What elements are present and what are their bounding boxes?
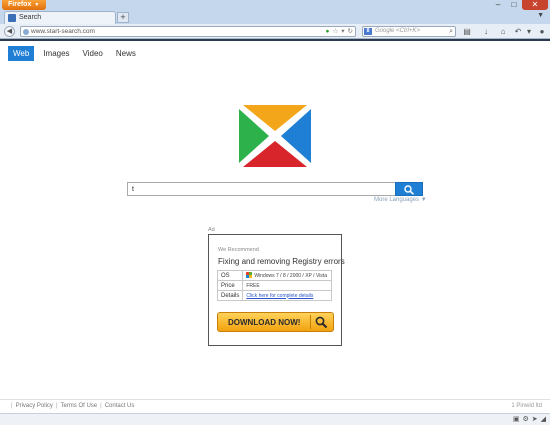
undo-icon[interactable]: ↶ bbox=[513, 26, 523, 37]
navigation-toolbar: ◀ www.start-search.com ● ☆ ▾ ↻ 8 Google … bbox=[0, 24, 550, 39]
minimize-icon[interactable]: – bbox=[490, 0, 506, 10]
page-top-border bbox=[0, 39, 550, 41]
status-icons: ▣ ⚙ ➤ ◢ bbox=[513, 415, 546, 423]
url-bar-icons: ● ☆ ▾ ↻ bbox=[326, 27, 353, 36]
x-logo-icon bbox=[239, 105, 311, 167]
search-vertical-tabs: Web Images Video News bbox=[8, 46, 145, 61]
send-icon[interactable]: ➤ bbox=[532, 415, 538, 423]
reload-icon[interactable]: ↻ bbox=[348, 27, 353, 36]
firefox-menu-button[interactable]: Firefox ▼ bbox=[2, 0, 46, 10]
addon-icon[interactable]: ● bbox=[326, 27, 330, 36]
search-bar-placeholder: Google <Ctrl+K> bbox=[375, 28, 420, 34]
windows-logo-icon bbox=[246, 272, 253, 278]
tab-news[interactable]: News bbox=[112, 47, 140, 60]
magnifier-icon bbox=[404, 185, 415, 195]
os-value: Windows 7 / 8 / 2000 / XP / Vista bbox=[254, 273, 327, 279]
ad-title[interactable]: Fixing and removing Registry errors bbox=[218, 257, 345, 266]
tab-strip: Search + ▼ bbox=[0, 10, 550, 24]
new-tab-button[interactable]: + bbox=[117, 12, 129, 23]
url-bar[interactable]: www.start-search.com ● ☆ ▾ ↻ bbox=[20, 26, 356, 37]
tab-images[interactable]: Images bbox=[39, 47, 73, 60]
search-bar[interactable]: 8 Google <Ctrl+K> ⌕ bbox=[362, 26, 456, 37]
chat-icon[interactable]: ● bbox=[537, 26, 547, 37]
button-divider bbox=[310, 315, 311, 329]
footer-separator: | bbox=[55, 403, 58, 409]
search-form bbox=[127, 182, 423, 196]
footer-separator: | bbox=[11, 403, 13, 409]
footer-separator: | bbox=[100, 403, 102, 409]
ad-row-key: Details bbox=[216, 290, 244, 301]
details-link[interactable]: Click here for complete details bbox=[246, 293, 313, 299]
terms-of-use-link[interactable]: Terms Of Use bbox=[60, 403, 97, 409]
footer-links: | Privacy Policy | Terms Of Use | Contac… bbox=[8, 403, 134, 409]
search-button[interactable] bbox=[395, 182, 423, 196]
url-text: www.start-search.com bbox=[31, 28, 95, 35]
chevron-down-icon: ▼ bbox=[34, 2, 40, 8]
privacy-policy-link[interactable]: Privacy Policy bbox=[16, 403, 53, 409]
footer-copyright: 1 Pinwid ltd bbox=[511, 403, 542, 409]
favicon-icon bbox=[8, 14, 16, 22]
browser-tab[interactable]: Search bbox=[4, 11, 116, 24]
table-row: Price FREE bbox=[216, 280, 332, 291]
window-titlebar: Firefox ▼ – □ ✕ bbox=[0, 0, 550, 10]
ad-row-key: Price bbox=[216, 280, 244, 291]
close-icon[interactable]: ✕ bbox=[522, 0, 548, 10]
firefox-menu-label: Firefox bbox=[8, 1, 32, 8]
globe-icon bbox=[23, 29, 29, 35]
history-dropdown-icon[interactable]: ▾ bbox=[341, 27, 344, 36]
status-bar: ▣ ⚙ ➤ ◢ bbox=[0, 413, 550, 425]
bookmark-star-icon[interactable]: ☆ bbox=[332, 27, 338, 36]
ad-box: We Recommend Fixing and removing Registr… bbox=[208, 234, 345, 346]
window-controls: – □ ✕ bbox=[490, 0, 548, 10]
magnifier-icon bbox=[315, 316, 328, 329]
magnifier-icon[interactable]: ⌕ bbox=[449, 27, 453, 36]
contact-us-link[interactable]: Contact Us bbox=[105, 403, 135, 409]
ad-row-value: Click here for complete details bbox=[242, 290, 332, 301]
list-all-tabs-icon[interactable]: ▼ bbox=[537, 12, 544, 19]
more-languages-link[interactable]: More Languages ▼ bbox=[374, 197, 427, 203]
footer-divider bbox=[0, 399, 550, 400]
maximize-icon[interactable]: □ bbox=[506, 0, 522, 10]
ad-recommend-text: We Recommend bbox=[218, 247, 259, 253]
table-row: OS Windows 7 / 8 / 2000 / XP / Vista bbox=[216, 270, 332, 281]
price-value: FREE bbox=[242, 280, 332, 291]
home-icon[interactable]: ⌂ bbox=[498, 26, 508, 37]
tab-video[interactable]: Video bbox=[79, 47, 107, 60]
dropdown-icon[interactable]: ▾ bbox=[524, 26, 534, 37]
resize-grip-icon[interactable]: ◢ bbox=[541, 415, 546, 423]
download-button-label: DOWNLOAD NOW! bbox=[228, 318, 301, 327]
ad-details-table: OS Windows 7 / 8 / 2000 / XP / Vista Pri… bbox=[216, 270, 332, 301]
ad-row-key: OS bbox=[216, 270, 244, 281]
sync-icon[interactable]: ⚙ bbox=[522, 415, 528, 423]
tab-web[interactable]: Web bbox=[8, 46, 35, 61]
bookmarks-menu-icon[interactable]: ▤ bbox=[462, 26, 472, 37]
search-input[interactable] bbox=[127, 182, 396, 196]
ad-label: Ad bbox=[208, 227, 215, 233]
downloads-icon[interactable]: ↓ bbox=[481, 26, 491, 37]
search-engine-icon[interactable]: 8 bbox=[364, 28, 372, 35]
ad-row-value: Windows 7 / 8 / 2000 / XP / Vista bbox=[242, 270, 332, 281]
table-row: Details Click here for complete details bbox=[216, 290, 332, 301]
back-arrow-icon[interactable]: ◀ bbox=[4, 26, 15, 37]
download-now-button[interactable]: DOWNLOAD NOW! bbox=[217, 312, 334, 332]
tab-title: Search bbox=[19, 14, 42, 21]
addon-bar-icon[interactable]: ▣ bbox=[513, 415, 520, 423]
